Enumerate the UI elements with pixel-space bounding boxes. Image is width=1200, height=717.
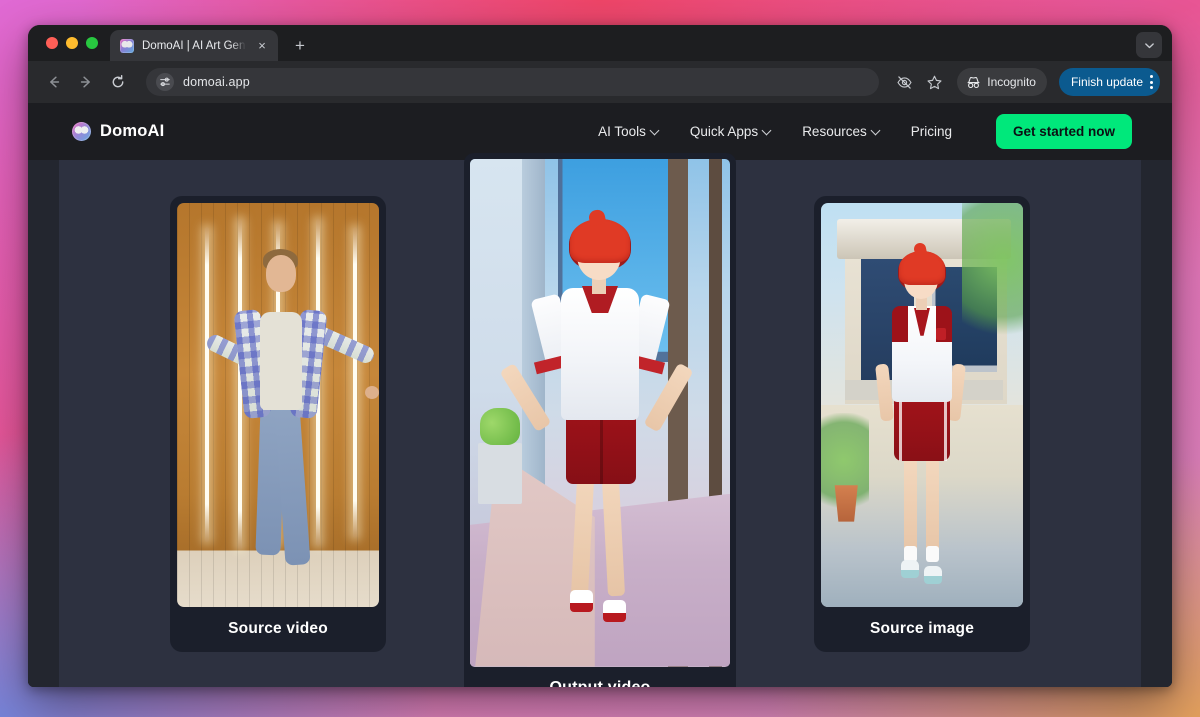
brand-name: DomoAI [100,122,164,141]
showcase-cards: Source video [59,160,1141,687]
finish-update-label: Finish update [1071,75,1143,89]
forward-button[interactable] [72,68,100,96]
chevron-down-icon [872,127,881,136]
incognito-hat-icon [966,75,981,90]
nav-item-resources[interactable]: Resources [802,124,881,139]
source-video-card[interactable]: Source video [170,196,386,652]
character-left-arm [499,363,551,432]
close-window-button[interactable] [46,37,58,49]
nav-item-label: Resources [802,124,867,139]
source-image-label: Source image [870,607,974,652]
domoai-favicon-icon [120,39,134,53]
polo-left-shoulder [892,306,908,342]
site-navbar: DomoAI AI Tools Quick Apps Resources [28,103,1172,160]
output-video-label: Output video [549,667,650,688]
page-body: Source video [28,160,1172,687]
source-image-media[interactable] [821,203,1023,607]
left-gutter [28,160,59,687]
nav-item-pricing[interactable]: Pricing [911,124,952,139]
nav-item-label: Pricing [911,124,952,139]
back-button[interactable] [40,68,68,96]
character-left-arm [875,364,894,422]
output-video-card[interactable]: Output video [464,153,736,688]
reload-button[interactable] [104,68,132,96]
character-right-sneaker [924,566,942,584]
character-right-shoe [603,600,626,621]
live-action-person [177,203,379,607]
maximize-window-button[interactable] [86,37,98,49]
character-red-hair [899,251,945,285]
character-right-arm [643,362,693,432]
back-arrow-icon [46,74,62,90]
window-controls [40,25,110,61]
character-right-sock [926,546,939,562]
forward-arrow-icon [78,74,94,90]
showcase-stage: Source video [59,160,1141,687]
character-left-sneaker [901,560,919,578]
character-left-leg [571,478,594,596]
finish-update-button[interactable]: Finish update [1059,68,1160,96]
site-settings-tune-icon[interactable] [156,73,174,91]
person-right-hand [365,386,379,399]
reload-icon [110,74,126,90]
tab-strip: DomoAI | AI Art Generator & V × + [28,25,1172,61]
hide-password-button[interactable] [891,69,917,95]
person-head [266,255,296,292]
character-red-hair [570,219,630,262]
minimize-window-button[interactable] [66,37,78,49]
nav-links: AI Tools Quick Apps Resources Pricing [598,114,1132,149]
character-right-leg [602,478,625,596]
shorts-left-stripe [899,396,902,461]
source-video-label: Source video [228,607,328,652]
character-left-shoe [570,590,593,611]
source-image-card[interactable]: Source image [814,196,1030,652]
character-right-leg [926,457,939,554]
nav-item-quick-apps[interactable]: Quick Apps [690,124,772,139]
url-text: domoai.app [183,75,250,89]
browser-tab[interactable]: DomoAI | AI Art Generator & V × [110,30,278,61]
character-left-leg [904,457,917,554]
chevron-down-icon [651,127,660,136]
address-bar[interactable]: domoai.app [146,68,879,96]
domoai-logo-icon [72,122,91,141]
browser-toolbar: domoai.app [28,61,1172,103]
nav-item-ai-tools[interactable]: AI Tools [598,124,660,139]
person-torso [260,312,302,410]
character-red-shorts [566,413,636,484]
browser-window: DomoAI | AI Art Generator & V × + [28,25,1172,687]
right-gutter [1141,160,1172,687]
nav-item-label: Quick Apps [690,124,758,139]
chevron-down-icon [1144,40,1155,51]
chevron-down-icon [763,127,772,136]
kebab-menu-icon[interactable] [1150,75,1153,89]
polo-badge [936,328,946,340]
source-video-media[interactable] [177,203,379,607]
output-video-media[interactable] [470,159,730,667]
incognito-indicator[interactable]: Incognito [957,68,1047,96]
bookmark-button[interactable] [921,69,947,95]
tab-title: DomoAI | AI Art Generator & V [142,40,246,52]
new-tab-button[interactable]: + [286,31,314,59]
get-started-button[interactable]: Get started now [996,114,1132,149]
nav-item-label: AI Tools [598,124,646,139]
character-red-shorts [894,396,951,461]
brand-logo[interactable]: DomoAI [72,122,164,141]
page-viewport: DomoAI AI Tools Quick Apps Resources [28,103,1172,687]
tune-icon [159,76,171,88]
tab-search-button[interactable] [1136,32,1162,58]
star-icon [926,74,943,91]
eye-slash-icon [896,74,913,91]
anime-character-output [470,159,730,667]
incognito-label: Incognito [987,75,1036,89]
shorts-right-stripe [944,396,947,461]
close-tab-icon[interactable]: × [254,38,270,54]
desktop-wallpaper: DomoAI | AI Art Generator & V × + [0,0,1200,717]
anime-character-source [821,203,1023,607]
